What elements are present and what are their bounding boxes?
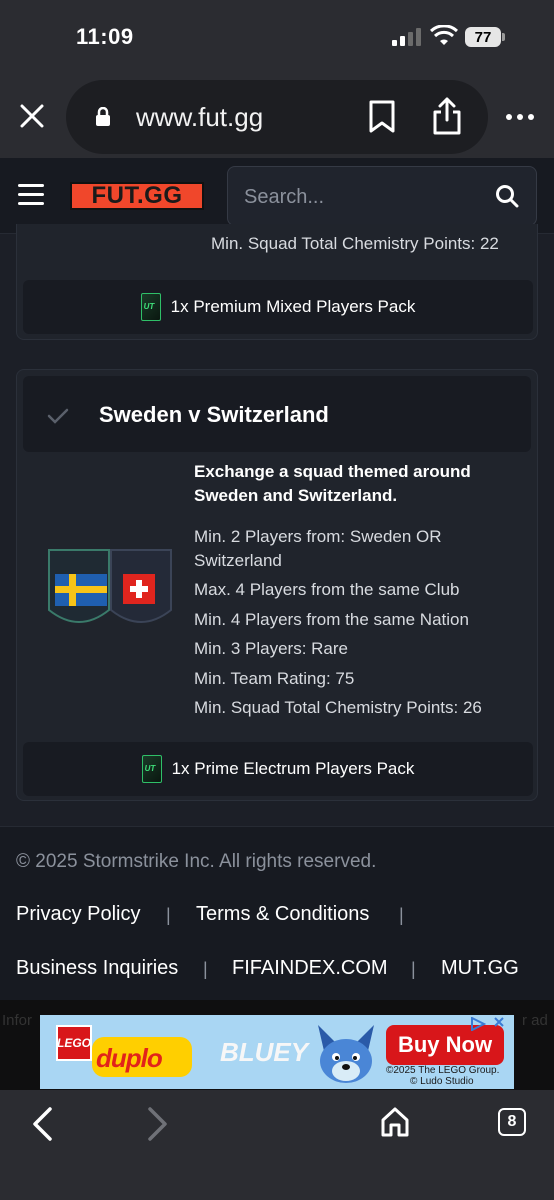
reward-bar: 1x Prime Electrum Players Pack: [23, 742, 533, 796]
privacy-policy-link[interactable]: Privacy Policy: [16, 903, 140, 926]
requirement-line: Min. 2 Players from: Sweden OR Switzerla…: [194, 527, 442, 570]
bluey-logo: BLUEY: [220, 1037, 309, 1067]
fifaindex-link[interactable]: FIFAINDEX.COM: [232, 957, 388, 980]
tabs-button[interactable]: 8: [498, 1108, 526, 1136]
forward-icon[interactable]: [146, 1106, 170, 1142]
pack-icon: [140, 293, 161, 321]
url-field[interactable]: [66, 80, 488, 154]
home-icon[interactable]: [380, 1106, 410, 1138]
site-footer: © 2025 Stormstrike Inc. All rights reser…: [0, 826, 554, 1000]
url-text[interactable]: www.fut.gg: [136, 102, 263, 133]
signal-icon: [392, 28, 422, 46]
ad-copyright: ©2025 The LEGO Group. © Ludo Studio: [386, 1065, 499, 1087]
footer-separator: |: [411, 959, 416, 979]
footer-separator: |: [399, 905, 404, 925]
requirement-line: Min. 4 Players from the same Nation: [194, 610, 469, 629]
battery-icon: 77: [465, 27, 501, 47]
ad-background-text: r ad: [522, 1012, 548, 1029]
ad-background-text: Infor: [2, 1012, 33, 1029]
wifi-icon: [430, 25, 458, 45]
back-icon[interactable]: [30, 1106, 54, 1142]
browser-url-bar: www.fut.gg: [0, 72, 554, 158]
duplo-logo: duplo: [96, 1043, 163, 1073]
sbc-card[interactable]: Sweden v Switzerland Exchange a squad th…: [16, 369, 538, 801]
copyright-text: © 2025 Stormstrike Inc. All rights reser…: [16, 851, 377, 872]
bluey-dog-image: [318, 1025, 374, 1083]
requirement-line: Max. 4 Players from the same Club: [194, 580, 460, 599]
requirement-line: Min. Squad Total Chemistry Points: 22: [211, 234, 499, 253]
check-icon: [47, 408, 69, 424]
ad-copyright-line: ©2025 The LEGO Group.: [386, 1065, 500, 1076]
sbc-description: Exchange a squad themed around Sweden an…: [194, 462, 471, 505]
site-logo[interactable]: FUT.GG: [70, 182, 204, 210]
lock-icon: [96, 107, 110, 126]
footer-separator: |: [203, 959, 208, 979]
requirement-line: Min. Squad Total Chemistry Points: 26: [194, 698, 482, 717]
sbc-title[interactable]: Sweden v Switzerland: [99, 402, 329, 428]
browser-toolbar: 8: [0, 1090, 554, 1200]
pack-icon: [141, 755, 162, 783]
status-bar: 11:09 77: [0, 0, 554, 72]
site-header: FUT.GG Search...: [0, 158, 554, 234]
footer-separator: |: [166, 905, 171, 925]
more-icon[interactable]: [506, 114, 534, 120]
share-icon[interactable]: [432, 96, 462, 136]
sweden-flag-badge: [45, 544, 113, 634]
reward-label: 1x Prime Electrum Players Pack: [171, 759, 415, 778]
menu-icon[interactable]: [18, 184, 44, 206]
requirement-line: Min. Team Rating: 75: [194, 669, 355, 688]
bookmark-icon[interactable]: [368, 100, 396, 134]
battery-tip: [502, 33, 505, 41]
reward-bar: 1x Premium Mixed Players Pack: [23, 280, 533, 334]
search-placeholder[interactable]: Search...: [244, 186, 324, 209]
sbc-card-header[interactable]: Sweden v Switzerland: [23, 376, 531, 452]
reward-label: 1x Premium Mixed Players Pack: [170, 297, 416, 316]
ad-copyright-line: © Ludo Studio: [410, 1076, 474, 1087]
close-ad-icon[interactable]: [492, 1015, 506, 1029]
ad-banner[interactable]: LEGO duplo BLUEY Buy Now ©2025 The LEGO …: [40, 1015, 514, 1089]
status-time: 11:09: [76, 24, 134, 49]
search-icon[interactable]: [495, 184, 519, 208]
terms-link[interactable]: Terms & Conditions: [196, 903, 369, 926]
business-inquiries-link[interactable]: Business Inquiries: [16, 957, 178, 980]
requirement-line: Min. 3 Players: Rare: [194, 639, 348, 658]
close-icon[interactable]: [16, 100, 48, 132]
adchoices-icon[interactable]: [470, 1017, 486, 1031]
buy-now-button[interactable]: Buy Now: [386, 1025, 504, 1065]
switzerland-flag-badge: [107, 544, 175, 634]
sbc-card-previous: Min. Squad Total Chemistry Points: 22 1x…: [16, 224, 538, 340]
mutgg-link[interactable]: MUT.GG: [441, 957, 519, 980]
lego-logo: LEGO: [56, 1025, 92, 1061]
